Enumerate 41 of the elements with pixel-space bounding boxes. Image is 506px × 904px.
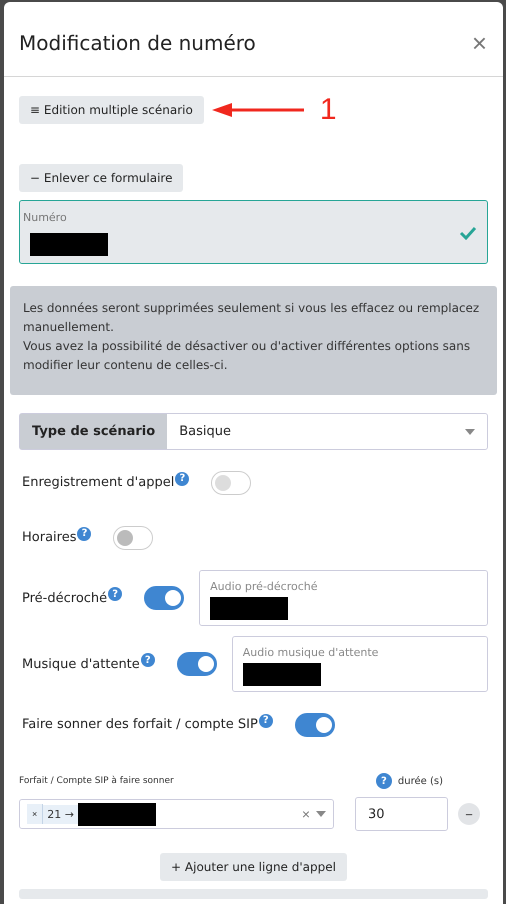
option-label: Musique d'attente bbox=[22, 656, 140, 672]
option-label: Enregistrement d'appel bbox=[22, 475, 174, 490]
help-icon[interactable]: ? bbox=[108, 587, 122, 601]
toggle-switch[interactable] bbox=[176, 652, 217, 676]
tag-remove-button[interactable]: × bbox=[27, 804, 44, 824]
close-button[interactable]: × bbox=[472, 30, 487, 56]
remove-form-button[interactable]: − Enlever ce formulaire bbox=[19, 164, 184, 192]
account-select[interactable]: × 21 → × bbox=[19, 799, 334, 829]
select-label: Type de scénario bbox=[20, 414, 168, 449]
add-call-line-button[interactable]: + Ajouter une ligne d'appel bbox=[160, 853, 347, 881]
audio-field[interactable]: Audio musique d'attente bbox=[232, 636, 488, 692]
toggle-switch[interactable] bbox=[113, 526, 154, 550]
field-label: durée (s) bbox=[398, 776, 443, 786]
help-icon[interactable]: ? bbox=[258, 714, 273, 728]
toggle-switch[interactable] bbox=[294, 712, 335, 736]
clear-button[interactable]: × bbox=[296, 806, 316, 822]
duration-field[interactable]: 30 bbox=[355, 797, 448, 831]
multi-edit-button[interactable]: ≡ Edition multiple scénario bbox=[19, 96, 204, 124]
option-label: Pré-décroché bbox=[22, 590, 108, 606]
field-label: Audio musique d'attente bbox=[242, 646, 380, 659]
option-label: Horaires bbox=[22, 530, 76, 545]
field-label: Forfait / Compte SIP à faire sonner bbox=[19, 776, 174, 786]
help-icon[interactable]: ? bbox=[376, 773, 392, 789]
annotation-number: 1 bbox=[320, 93, 337, 127]
field-label: Audio pré-décroché bbox=[210, 580, 319, 593]
account-tag: 21 → bbox=[43, 804, 78, 824]
remove-line-button[interactable]: − bbox=[458, 803, 480, 825]
audio-field[interactable]: Audio pré-décroché bbox=[199, 570, 488, 626]
info-text: Les données seront supprimées seulement si vous les effacez ou remplacez manuellement. bbox=[23, 300, 480, 336]
field-label: Numéro bbox=[23, 211, 67, 224]
help-icon[interactable]: ? bbox=[77, 526, 92, 540]
select-value: Basique bbox=[179, 424, 231, 439]
toggle-switch[interactable] bbox=[144, 586, 184, 610]
info-text: Vous avez la possibilité de désactiver ou d'activer différentes options sans modifier leur contenu de celles-ci. bbox=[23, 338, 472, 374]
help-icon[interactable]: ? bbox=[140, 653, 155, 667]
modal-title: Modification de numéro bbox=[19, 31, 256, 55]
caret-icon bbox=[316, 811, 326, 817]
scenario-type-select[interactable]: Type de scénario Basique bbox=[19, 413, 488, 450]
caret-icon bbox=[465, 428, 475, 434]
option-label: Faire sonner des forfait / compte SIP bbox=[22, 717, 258, 732]
number-field[interactable]: Numéro bbox=[19, 200, 488, 264]
